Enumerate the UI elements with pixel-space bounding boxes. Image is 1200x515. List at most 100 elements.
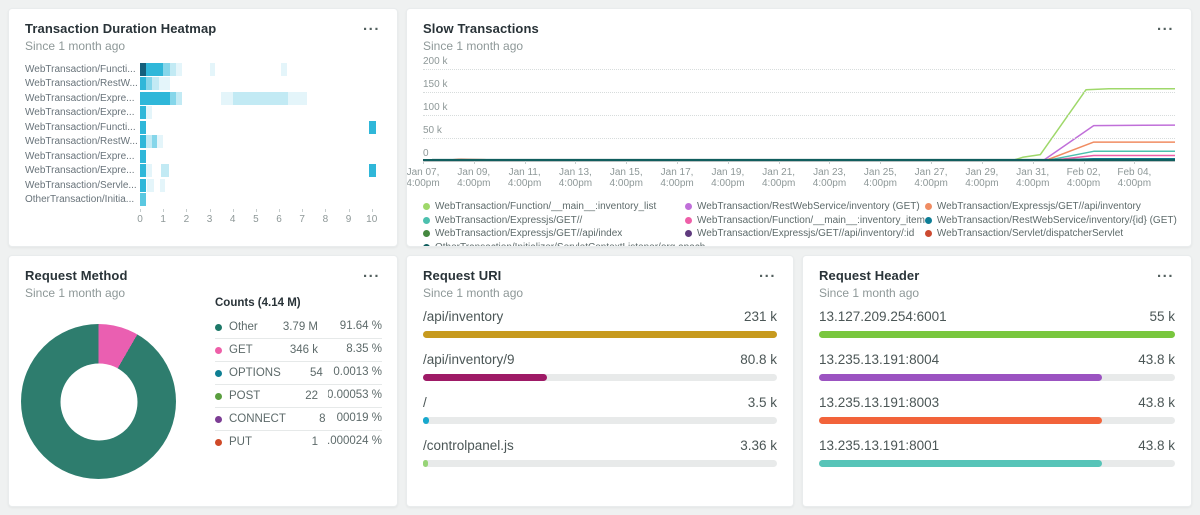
- legend-item[interactable]: WebTransaction/Function/__main__:invento…: [685, 214, 925, 228]
- heatmap-cell: [147, 179, 154, 192]
- panel-title: Request Method: [25, 268, 381, 283]
- x-axis-tick: [423, 161, 424, 164]
- bar-list-row: /controlpanel.js 3.36 k: [423, 438, 777, 467]
- x-axis-time: 4:00pm: [559, 178, 592, 189]
- heatmap-axis-tick: [349, 209, 350, 212]
- x-axis-time: 4:00pm: [864, 178, 897, 189]
- y-axis-tick-label: 0: [423, 148, 432, 159]
- x-axis-date: Jan 15,: [610, 167, 643, 178]
- x-axis-date: Jan 17,: [660, 167, 693, 178]
- line-chart: 200 k150 k100 k50 k0 Jan 07,4:00pmJan 09…: [423, 69, 1175, 247]
- heatmap-row-label: WebTransaction/Expre...: [25, 107, 140, 118]
- legend-item[interactable]: WebTransaction/RestWebService/inventory/…: [925, 214, 1177, 228]
- x-axis-time: 4:00pm: [1117, 178, 1151, 189]
- heatmap-row-cells: [140, 106, 381, 119]
- legend-color-dot-icon: [423, 230, 430, 237]
- x-axis-time: 4:00pm: [610, 178, 643, 189]
- bar-row-value: 3.5 k: [748, 395, 777, 410]
- panel-transaction-duration-heatmap: Transaction Duration Heatmap Since 1 mon…: [8, 8, 398, 247]
- bar-row-label: 13.235.13.191:8004: [819, 352, 939, 367]
- method-label: CONNECT: [229, 413, 286, 425]
- legend-color-dot-icon: [423, 203, 430, 210]
- x-axis-tick: [677, 161, 678, 164]
- heatmap-row-cells: [140, 193, 381, 206]
- legend-item[interactable]: OtherTransaction/Initializer/ServletCont…: [423, 241, 685, 248]
- panel-menu-ellipsis-icon[interactable]: ...: [1153, 262, 1178, 284]
- heatmap-row-cells: [140, 135, 381, 148]
- bottom-fade: [407, 492, 793, 506]
- bar-row-value: 55 k: [1149, 309, 1175, 324]
- x-axis-time: 4:00pm: [813, 178, 846, 189]
- x-axis-tick: [1134, 161, 1135, 164]
- x-axis-tick-label: Jan 13,4:00pm: [559, 167, 592, 189]
- legend-item[interactable]: WebTransaction/Expressjs/GET//api/invent…: [685, 227, 925, 241]
- method-count: 346 k: [272, 344, 318, 356]
- panel-request-uri: Request URI Since 1 month ago ... /api/i…: [406, 255, 794, 507]
- x-axis-tick: [779, 161, 780, 164]
- bar-row-label: 13.127.209.254:6001: [819, 309, 947, 324]
- panel-title: Transaction Duration Heatmap: [25, 21, 381, 36]
- legend-item[interactable]: WebTransaction/Servlet/dispatcherServlet: [925, 227, 1177, 241]
- bar-row-label: /controlpanel.js: [423, 438, 514, 453]
- heatmap-row: WebTransaction/Expre...: [25, 164, 381, 179]
- bar-row-label: 13.235.13.191:8003: [819, 395, 939, 410]
- x-axis-tick: [525, 161, 526, 164]
- heatmap-row-label: WebTransaction/Functi...: [25, 122, 140, 133]
- legend-color-dot-icon: [925, 230, 932, 237]
- heatmap-row-label: WebTransaction/RestW...: [25, 78, 140, 89]
- heatmap-cell: [176, 63, 182, 76]
- panel-menu-ellipsis-icon[interactable]: ...: [1153, 15, 1178, 37]
- bar-row-value: 43.8 k: [1138, 438, 1175, 453]
- legend-item[interactable]: WebTransaction/RestWebService/inventory …: [685, 200, 925, 214]
- legend-column: WebTransaction/Function/__main__:invento…: [423, 200, 685, 247]
- heatmap-cell: [140, 179, 146, 192]
- bar-row-value: 43.8 k: [1138, 352, 1175, 367]
- x-axis-tick-label: Jan 31,4:00pm: [1016, 167, 1049, 189]
- heatmap-axis-tick: [186, 209, 187, 212]
- legend-color-dot-icon: [925, 203, 932, 210]
- legend-item[interactable]: WebTransaction/Expressjs/GET//api/index: [423, 227, 685, 241]
- x-axis-date: Jan 29,: [965, 167, 998, 178]
- legend-item[interactable]: WebTransaction/Function/__main__:invento…: [423, 200, 685, 214]
- x-axis-date: Jan 09,: [457, 167, 490, 178]
- heatmap-cell: [140, 121, 146, 134]
- heatmap-row-label: WebTransaction/Servle...: [25, 180, 140, 191]
- x-axis-date: Jan 27,: [914, 167, 947, 178]
- heatmap-cell: [160, 179, 166, 192]
- line-chart-plot-area: 200 k150 k100 k50 k0: [423, 69, 1175, 161]
- x-axis-tick: [626, 161, 627, 164]
- heatmap-row-cells: [140, 150, 381, 163]
- method-label: OPTIONS: [229, 367, 281, 379]
- panel-menu-ellipsis-icon[interactable]: ...: [755, 262, 780, 284]
- heatmap-cell: [146, 164, 152, 177]
- counts-table-title: Counts (4.14 M): [215, 297, 382, 309]
- bar-track: [423, 417, 777, 424]
- gridline: 100 k: [423, 115, 1175, 116]
- legend-item[interactable]: WebTransaction/Expressjs/GET//: [423, 214, 685, 228]
- series-line: [423, 89, 1175, 161]
- panel-request-header: Request Header Since 1 month ago ... 13.…: [802, 255, 1192, 507]
- method-percent-value: 91.64 %: [340, 320, 382, 332]
- panel-menu-ellipsis-icon[interactable]: ...: [359, 262, 384, 284]
- heatmap-cell: [176, 92, 182, 105]
- legend-item[interactable]: WebTransaction/Expressjs/GET//api/invent…: [925, 200, 1177, 214]
- panel-menu-ellipsis-icon[interactable]: ...: [359, 15, 384, 37]
- method-color-dot-icon: [215, 324, 222, 331]
- bar-row-value: 3.36 k: [740, 438, 777, 453]
- heatmap-cell: [140, 193, 146, 206]
- x-axis-tick-label: Jan 29,4:00pm: [965, 167, 998, 189]
- bar-row-value: 80.8 k: [740, 352, 777, 367]
- method-table-row: CONNECT80.00019 %: [215, 407, 382, 430]
- method-percent: 8.35 %: [328, 343, 382, 357]
- method-table-row: GET346 k8.35 %: [215, 338, 382, 361]
- y-axis-tick-label: 200 k: [423, 56, 450, 67]
- heatmap-row-cells: [140, 63, 381, 76]
- heatmap-row-label: WebTransaction/Expre...: [25, 151, 140, 162]
- x-axis-date: Jan 31,: [1016, 167, 1049, 178]
- x-axis-tick: [982, 161, 983, 164]
- bar-track: [423, 374, 777, 381]
- method-percent-value: 0.000024 %: [328, 435, 382, 447]
- bar-track: [819, 374, 1175, 381]
- x-axis-tick: [474, 161, 475, 164]
- heatmap-axis-tick: [140, 209, 141, 212]
